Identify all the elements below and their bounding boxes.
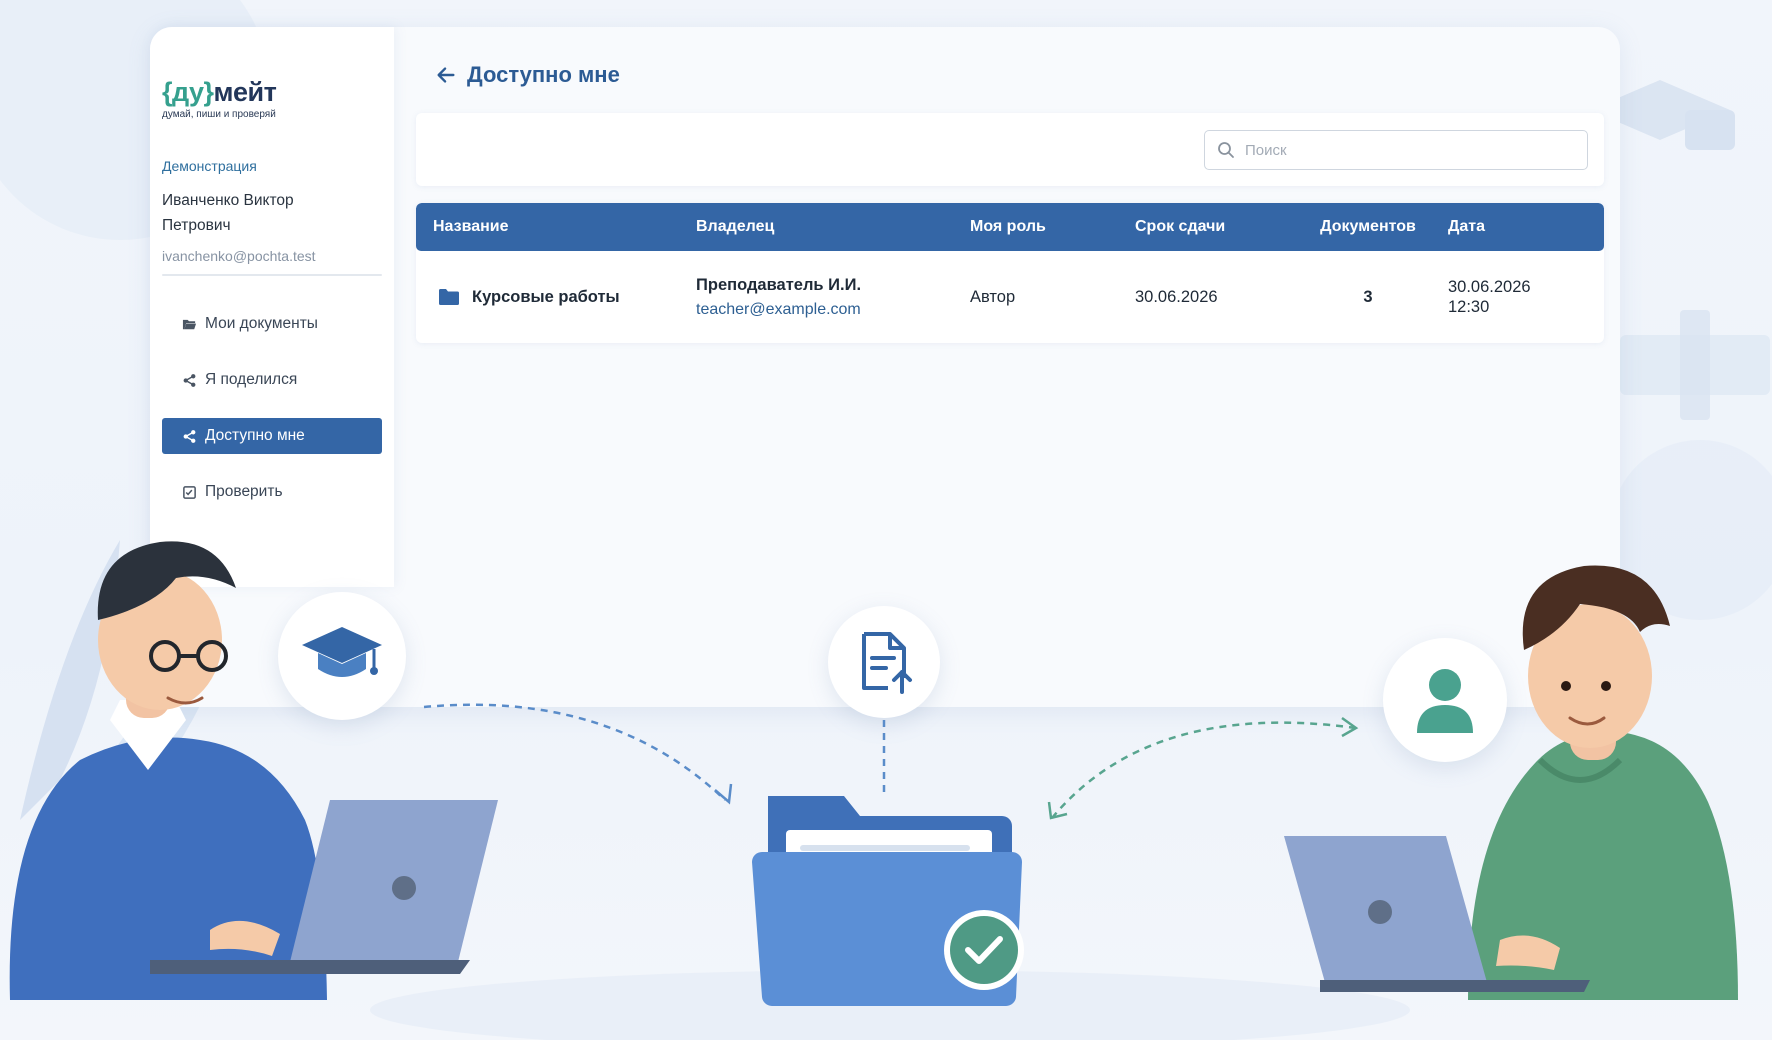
student-illustration [1284,565,1738,1000]
teacher-illustration [9,541,498,1000]
illustration-scene [9,541,1738,1007]
folder-check-icon [752,796,1024,1007]
